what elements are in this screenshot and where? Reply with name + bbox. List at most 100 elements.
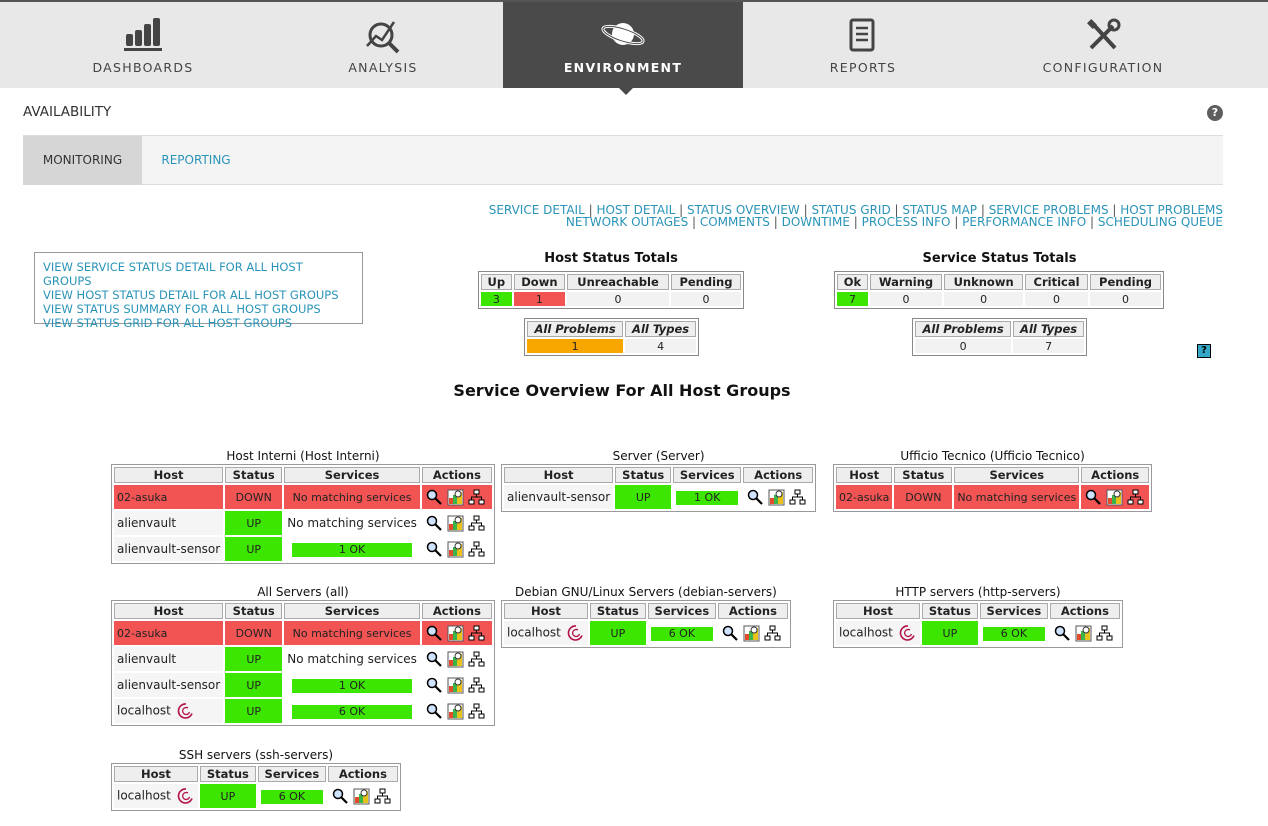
status-graph-icon[interactable] bbox=[743, 625, 760, 642]
nav-tab-environment[interactable]: ENVIRONMENT bbox=[503, 2, 743, 88]
status-link-downtime[interactable]: DOWNTIME bbox=[782, 215, 850, 229]
host-group-title[interactable]: HTTP servers (http-servers) bbox=[833, 585, 1123, 599]
header-warning[interactable]: Warning bbox=[869, 274, 943, 290]
header-ok[interactable]: Ok bbox=[837, 274, 868, 290]
status-graph-icon[interactable] bbox=[1106, 489, 1123, 506]
status-link-performance-info[interactable]: PERFORMANCE INFO bbox=[962, 215, 1086, 229]
nav-tab-configuration[interactable]: CONFIGURATION bbox=[983, 2, 1223, 88]
network-map-icon[interactable] bbox=[1096, 625, 1113, 642]
services-ok-badge[interactable]: 1 OK bbox=[292, 542, 413, 557]
header-all-problems[interactable]: All Problems bbox=[527, 321, 624, 337]
host-group-title[interactable]: Host Interni (Host Interni) bbox=[111, 449, 495, 463]
host-name-link[interactable]: 02-asuka bbox=[839, 491, 889, 504]
network-map-icon[interactable] bbox=[374, 788, 391, 805]
zoom-details-icon[interactable] bbox=[426, 703, 443, 720]
status-graph-icon[interactable] bbox=[447, 677, 464, 694]
status-link-network-outages[interactable]: NETWORK OUTAGES bbox=[566, 215, 688, 229]
nav-tab-reports[interactable]: REPORTS bbox=[743, 2, 983, 88]
host-name-link[interactable]: 02-asuka bbox=[117, 491, 167, 504]
zoom-details-icon[interactable] bbox=[332, 788, 349, 805]
host-name-link[interactable]: 02-asuka bbox=[117, 627, 167, 640]
network-map-icon[interactable] bbox=[468, 489, 485, 506]
header-all-types[interactable]: All Types bbox=[625, 321, 696, 337]
host-group-title[interactable]: Server (Server) bbox=[501, 449, 816, 463]
host-name-link[interactable]: localhost bbox=[117, 789, 171, 803]
status-graph-icon[interactable] bbox=[447, 515, 464, 532]
zoom-details-icon[interactable] bbox=[426, 677, 443, 694]
zoom-details-icon[interactable] bbox=[426, 489, 443, 506]
network-map-icon[interactable] bbox=[1127, 489, 1144, 506]
host-name-link[interactable]: alienvault-sensor bbox=[117, 678, 220, 692]
host-status-badge[interactable]: UP bbox=[225, 699, 283, 723]
zoom-details-icon[interactable] bbox=[426, 541, 443, 558]
host-status-badge[interactable]: DOWN bbox=[225, 485, 283, 509]
header-all-problems[interactable]: All Problems bbox=[915, 321, 1012, 337]
status-link-comments[interactable]: COMMENTS bbox=[700, 215, 770, 229]
host-status-badge[interactable]: UP bbox=[225, 537, 283, 561]
host-name-link[interactable]: localhost bbox=[839, 626, 893, 640]
view-status-grid-link[interactable]: VIEW STATUS GRID FOR ALL HOST GROUPS bbox=[43, 316, 354, 330]
header-all-types[interactable]: All Types bbox=[1013, 321, 1084, 337]
zoom-details-icon[interactable] bbox=[426, 625, 443, 642]
host-status-badge[interactable]: UP bbox=[225, 673, 283, 697]
nav-tab-dashboards[interactable]: DASHBOARDS bbox=[23, 2, 263, 88]
network-map-icon[interactable] bbox=[468, 541, 485, 558]
services-ok-badge[interactable]: 6 OK bbox=[982, 626, 1045, 641]
network-map-icon[interactable] bbox=[468, 677, 485, 694]
network-map-icon[interactable] bbox=[764, 625, 781, 642]
services-ok-badge[interactable]: 1 OK bbox=[292, 678, 413, 693]
status-link-process-info[interactable]: PROCESS INFO bbox=[862, 215, 951, 229]
zoom-details-icon[interactable] bbox=[747, 489, 764, 506]
zoom-details-icon[interactable] bbox=[722, 625, 739, 642]
host-status-badge[interactable]: UP bbox=[225, 511, 283, 535]
status-graph-icon[interactable] bbox=[353, 788, 370, 805]
status-graph-icon[interactable] bbox=[447, 541, 464, 558]
tab-monitoring[interactable]: MONITORING bbox=[23, 136, 142, 185]
nav-tab-analysis[interactable]: ANALYSIS bbox=[263, 2, 503, 88]
header-down[interactable]: Down bbox=[513, 274, 566, 290]
view-service-status-detail-link[interactable]: VIEW SERVICE STATUS DETAIL FOR ALL HOST … bbox=[43, 260, 354, 288]
tab-reporting[interactable]: REPORTING bbox=[142, 136, 250, 185]
help-icon[interactable]: ? bbox=[1207, 105, 1223, 121]
host-group-title[interactable]: SSH servers (ssh-servers) bbox=[111, 748, 401, 762]
host-group-title[interactable]: Debian GNU/Linux Servers (debian-servers… bbox=[501, 585, 791, 599]
zoom-details-icon[interactable] bbox=[1054, 625, 1071, 642]
network-map-icon[interactable] bbox=[468, 703, 485, 720]
network-map-icon[interactable] bbox=[789, 489, 806, 506]
services-ok-badge[interactable]: 6 OK bbox=[260, 789, 323, 804]
host-name-link[interactable]: alienvault bbox=[117, 652, 176, 666]
header-pending[interactable]: Pending bbox=[1090, 274, 1161, 290]
status-link-scheduling-queue[interactable]: SCHEDULING QUEUE bbox=[1098, 215, 1223, 229]
network-map-icon[interactable] bbox=[468, 625, 485, 642]
host-name-link[interactable]: alienvault bbox=[117, 516, 176, 530]
host-status-badge[interactable]: UP bbox=[921, 621, 978, 645]
services-ok-badge[interactable]: 6 OK bbox=[650, 626, 713, 641]
services-ok-badge[interactable]: 6 OK bbox=[292, 704, 413, 719]
header-pending[interactable]: Pending bbox=[670, 274, 741, 290]
status-graph-icon[interactable] bbox=[447, 489, 464, 506]
status-graph-icon[interactable] bbox=[1075, 625, 1092, 642]
host-status-badge[interactable]: UP bbox=[589, 621, 646, 645]
status-graph-icon[interactable] bbox=[447, 625, 464, 642]
host-status-badge[interactable]: UP bbox=[615, 485, 672, 509]
status-graph-icon[interactable] bbox=[768, 489, 785, 506]
services-ok-badge[interactable]: 1 OK bbox=[676, 490, 739, 505]
header-critical[interactable]: Critical bbox=[1025, 274, 1089, 290]
host-status-badge[interactable]: DOWN bbox=[225, 621, 283, 645]
host-group-title[interactable]: Ufficio Tecnico (Ufficio Tecnico) bbox=[833, 449, 1152, 463]
zoom-details-icon[interactable] bbox=[426, 515, 443, 532]
zoom-details-icon[interactable] bbox=[426, 651, 443, 668]
header-unknown[interactable]: Unknown bbox=[944, 274, 1024, 290]
host-name-link[interactable]: alienvault-sensor bbox=[117, 542, 220, 556]
context-help-icon[interactable]: ? bbox=[1197, 344, 1211, 358]
status-graph-icon[interactable] bbox=[447, 703, 464, 720]
host-status-badge[interactable]: UP bbox=[199, 784, 256, 808]
view-status-summary-link[interactable]: VIEW STATUS SUMMARY FOR ALL HOST GROUPS bbox=[43, 302, 354, 316]
host-group-title[interactable]: All Servers (all) bbox=[111, 585, 495, 599]
network-map-icon[interactable] bbox=[468, 651, 485, 668]
host-status-badge[interactable]: DOWN bbox=[894, 485, 953, 509]
host-name-link[interactable]: alienvault-sensor bbox=[507, 490, 610, 504]
header-unreachable[interactable]: Unreachable bbox=[567, 274, 669, 290]
zoom-details-icon[interactable] bbox=[1085, 489, 1102, 506]
host-name-link[interactable]: localhost bbox=[507, 626, 561, 640]
